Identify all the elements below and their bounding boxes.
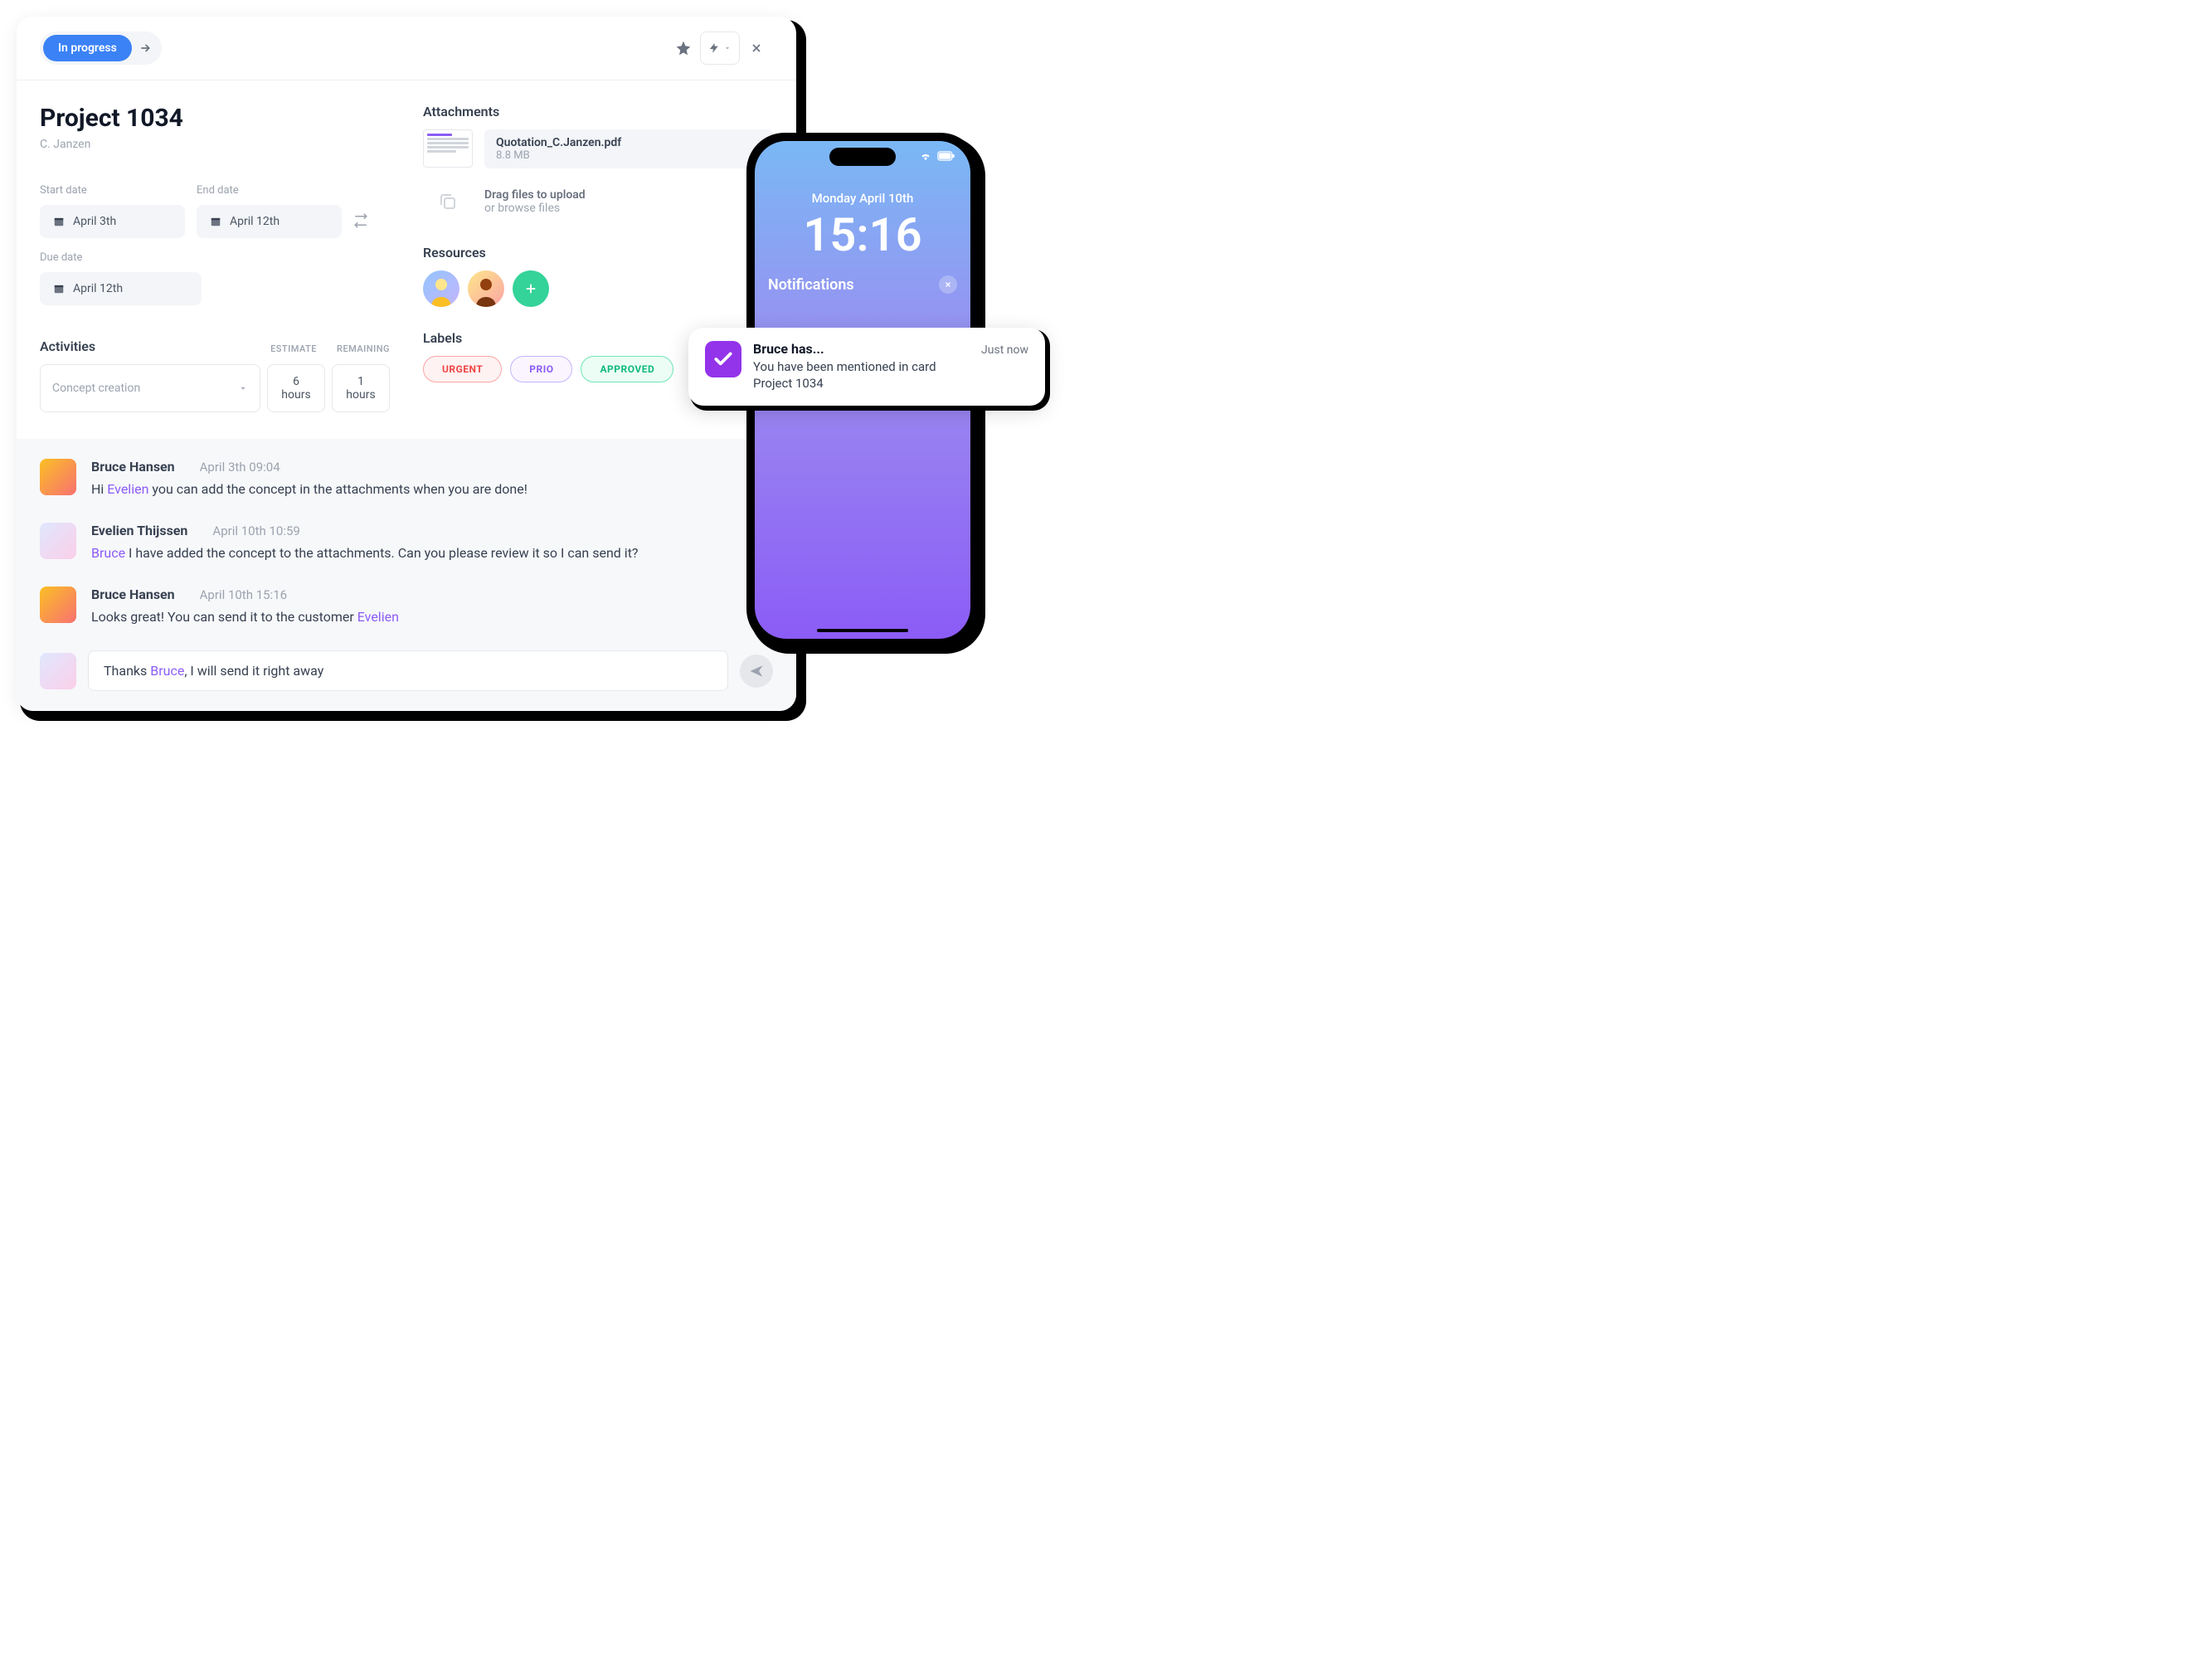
label-urgent[interactable]: URGENT — [423, 356, 502, 382]
estimate-hours[interactable]: 6 hours — [267, 364, 325, 412]
project-author: C. Janzen — [40, 138, 390, 151]
comment-avatar — [40, 587, 76, 623]
reply-input[interactable]: Thanks Bruce, I will send it right away — [88, 650, 728, 691]
mention[interactable]: Evelien — [357, 609, 399, 625]
due-date-input[interactable]: April 12th — [40, 272, 202, 305]
file-name: Quotation_C.Janzen.pdf — [496, 136, 761, 149]
comment-item: Bruce Hansen April 10th 15:16 Looks grea… — [40, 587, 773, 627]
notifications-close-icon[interactable] — [939, 275, 957, 294]
comment-time: April 3th 09:04 — [200, 460, 280, 475]
reply-avatar — [40, 653, 76, 689]
comment-author: Evelien Thijssen — [91, 523, 187, 538]
comment-time: April 10th 10:59 — [212, 523, 299, 538]
phone-notch — [829, 148, 896, 166]
notification-card[interactable]: Bruce has... Just now You have been ment… — [688, 328, 1045, 406]
comment-text: Looks great! You can send it to the cust… — [91, 607, 399, 627]
copy-icon — [423, 192, 473, 212]
comment-item: Bruce Hansen April 3th 09:04 Hi Evelien … — [40, 459, 773, 499]
close-icon[interactable] — [740, 32, 773, 65]
status-control[interactable]: In progress — [40, 32, 162, 65]
status-pill: In progress — [43, 35, 132, 61]
comment-time: April 10th 15:16 — [200, 587, 287, 602]
lock-screen-date: Monday April 10th — [755, 191, 970, 206]
comment-avatar — [40, 459, 76, 495]
attachment-item[interactable]: Quotation_C.Janzen.pdf 8.8 MB — [423, 129, 773, 168]
start-date-label: Start date — [40, 184, 185, 197]
file-thumbnail-icon — [423, 129, 473, 168]
project-title: Project 1034 — [40, 104, 390, 133]
label-prio[interactable]: PRIO — [510, 356, 572, 382]
send-button[interactable] — [740, 655, 773, 688]
battery-icon — [937, 151, 955, 161]
end-date-label: End date — [197, 184, 342, 197]
resource-avatar[interactable] — [423, 270, 459, 307]
notification-message: You have been mentioned in cardProject 1… — [753, 358, 1028, 392]
end-date-input[interactable]: April 12th — [197, 205, 342, 238]
comment-item: Evelien Thijssen April 10th 10:59 Bruce … — [40, 523, 773, 563]
add-resource-button[interactable] — [513, 270, 549, 307]
comment-text: Bruce I have added the concept to the at… — [91, 543, 638, 563]
notification-sender: Bruce has... — [753, 341, 824, 357]
app-checkmark-icon — [705, 341, 741, 377]
notification-time: Just now — [981, 343, 1028, 357]
phone-status-bar — [919, 151, 955, 161]
upload-text-1: Drag files to upload — [484, 188, 586, 202]
resource-avatar[interactable] — [468, 270, 504, 307]
mention[interactable]: Evelien — [107, 481, 148, 497]
attachments-title: Attachments — [423, 104, 773, 119]
card-header: In progress — [17, 17, 796, 80]
activity-select[interactable]: Concept creation — [40, 364, 260, 412]
wifi-icon — [919, 151, 932, 161]
comment-author: Bruce Hansen — [91, 587, 175, 602]
star-icon[interactable] — [667, 32, 700, 65]
resources-title: Resources — [423, 245, 773, 260]
activities-title: Activities — [40, 338, 95, 354]
col-remaining: REMAINING — [337, 343, 390, 354]
project-card: In progress Project 1034 C. Janzen Start… — [17, 17, 796, 711]
file-size: 8.8 MB — [496, 149, 761, 162]
upload-text-2: or browse files — [484, 202, 586, 215]
comment-author: Bruce Hansen — [91, 459, 175, 475]
start-date-input[interactable]: April 3th — [40, 205, 185, 238]
swap-dates-icon[interactable] — [353, 213, 368, 238]
due-date-label: Due date — [40, 251, 202, 264]
remaining-hours[interactable]: 1 hours — [332, 364, 390, 412]
comment-avatar — [40, 523, 76, 559]
col-estimate: ESTIMATE — [270, 343, 317, 354]
upload-zone[interactable]: Drag files to upload or browse files — [423, 182, 773, 221]
notifications-title: Notifications — [768, 276, 854, 294]
arrow-right-icon[interactable] — [132, 35, 158, 61]
actions-menu[interactable] — [700, 32, 740, 65]
comments-section: Bruce Hansen April 3th 09:04 Hi Evelien … — [17, 439, 796, 711]
lock-screen-time: 15:16 — [755, 207, 970, 262]
mention[interactable]: Bruce — [91, 545, 125, 561]
label-approved[interactable]: APPROVED — [581, 356, 673, 382]
comment-text: Hi Evelien you can add the concept in th… — [91, 480, 527, 499]
home-indicator — [817, 629, 908, 632]
